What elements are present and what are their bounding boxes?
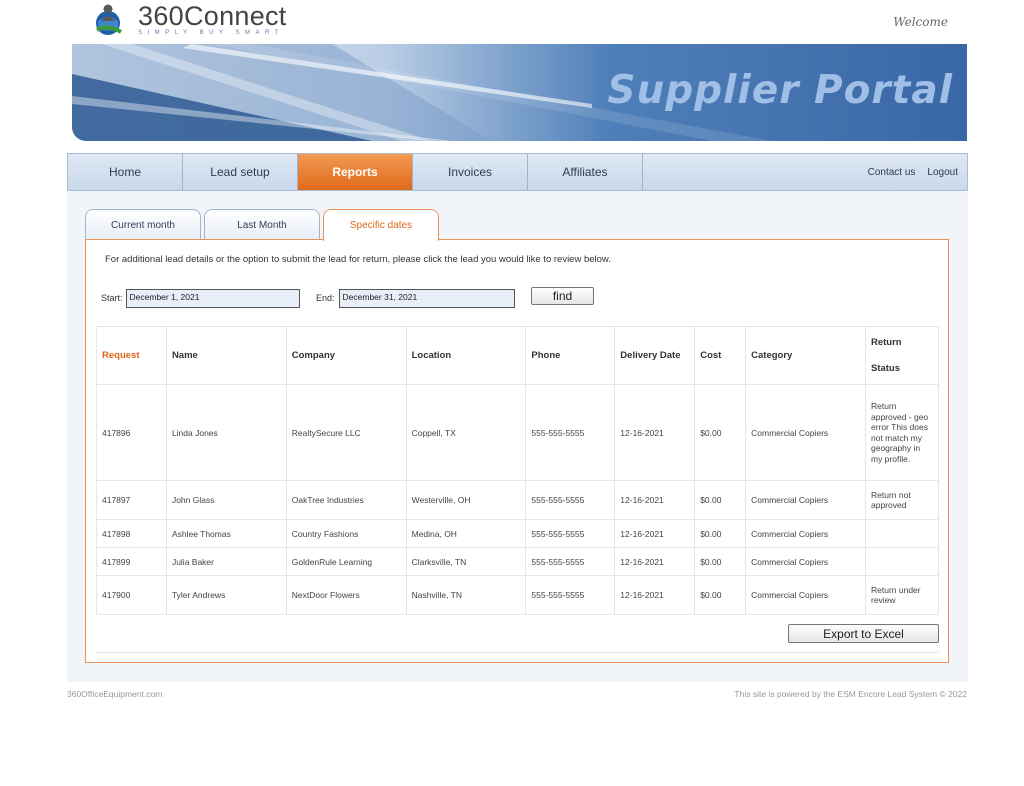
cell-status[interactable]: Return approved - geo error This does no…	[864, 384, 940, 481]
globe-person-icon	[88, 2, 128, 36]
col-request[interactable]: Request	[96, 326, 167, 385]
export-to-excel-button[interactable]: Export to Excel	[788, 624, 939, 643]
cell-location[interactable]: Clarksville, TN	[405, 547, 527, 576]
table-row[interactable]: 417898 Ashlee Thomas Country Fashions Me…	[96, 519, 940, 548]
cell-request[interactable]: 417897	[96, 480, 167, 520]
cell-delivery[interactable]: 12-16-2021	[614, 575, 696, 615]
cell-status[interactable]	[864, 519, 940, 548]
info-text: For additional lead details or the optio…	[105, 254, 611, 265]
cell-name[interactable]: Tyler Andrews	[165, 575, 287, 615]
start-date-input[interactable]: December 1, 2021	[125, 288, 300, 308]
col-location[interactable]: Location	[405, 326, 527, 385]
logo-name: 360Connect	[138, 1, 287, 31]
cell-location[interactable]: Nashville, TN	[405, 575, 527, 615]
table-row[interactable]: 417900 Tyler Andrews NextDoor Flowers Na…	[96, 575, 940, 615]
cell-request[interactable]: 417900	[96, 575, 167, 615]
banner: Supplier Portal	[72, 44, 967, 141]
col-company[interactable]: Company	[285, 326, 407, 385]
col-name[interactable]: Name	[165, 326, 287, 385]
start-label: Start:	[101, 293, 123, 303]
col-category[interactable]: Category	[745, 326, 866, 385]
cell-name[interactable]: Ashlee Thomas	[165, 519, 287, 548]
contact-us-link[interactable]: Contact us	[868, 167, 916, 178]
main-nav: Home Lead setup Reports Invoices Affilia…	[67, 153, 968, 191]
cell-location[interactable]: Medina, OH	[405, 519, 527, 548]
cell-category[interactable]: Commercial Copiers	[745, 547, 866, 576]
cell-phone[interactable]: 555-555-5555	[525, 384, 616, 481]
cell-company[interactable]: Country Fashions	[285, 519, 407, 548]
divider	[96, 652, 939, 653]
cell-cost[interactable]: $0.00	[694, 519, 747, 548]
cell-cost[interactable]: $0.00	[694, 480, 747, 520]
site-logo[interactable]: 360Connect SIMPLY BUY SMART	[88, 2, 287, 36]
cell-status[interactable]	[864, 547, 940, 576]
find-button[interactable]: find	[531, 287, 594, 305]
welcome-text: Welcome	[893, 15, 948, 29]
cell-company[interactable]: NextDoor Flowers	[285, 575, 407, 615]
col-return-status[interactable]: Return Status	[864, 326, 940, 385]
col-phone[interactable]: Phone	[525, 326, 616, 385]
cell-location[interactable]: Coppell, TX	[405, 384, 527, 481]
cell-name[interactable]: Julia Baker	[165, 547, 287, 576]
table-row[interactable]: 417897 John Glass OakTree Industries Wes…	[96, 480, 940, 520]
cell-company[interactable]: RealtySecure LLC	[285, 384, 407, 481]
cell-delivery[interactable]: 12-16-2021	[614, 547, 696, 576]
return-status-line1: Return	[870, 337, 902, 348]
cell-request[interactable]: 417899	[96, 547, 167, 576]
cell-name[interactable]: Linda Jones	[165, 384, 287, 481]
cell-category[interactable]: Commercial Copiers	[745, 519, 866, 548]
cell-request[interactable]: 417898	[96, 519, 167, 548]
footer-powered-by: This site is powered by the ESM Encore L…	[734, 689, 967, 699]
table-row[interactable]: 417899 Julia Baker GoldenRule Learning C…	[96, 547, 940, 576]
cell-category[interactable]: Commercial Copiers	[745, 575, 866, 615]
footer-site-name[interactable]: 360OfficeEquipment.com	[67, 689, 162, 699]
cell-company[interactable]: GoldenRule Learning	[285, 547, 407, 576]
cell-phone[interactable]: 555-555-5555	[525, 547, 616, 576]
cell-location[interactable]: Westerville, OH	[405, 480, 527, 520]
cell-phone[interactable]: 555-555-5555	[525, 575, 616, 615]
cell-phone[interactable]: 555-555-5555	[525, 480, 616, 520]
cell-cost[interactable]: $0.00	[694, 575, 747, 615]
cell-phone[interactable]: 555-555-5555	[525, 519, 616, 548]
cell-name[interactable]: John Glass	[165, 480, 287, 520]
logo-tagline: SIMPLY BUY SMART	[138, 30, 284, 36]
cell-delivery[interactable]: 12-16-2021	[614, 519, 696, 548]
nav-home[interactable]: Home	[68, 154, 183, 190]
cell-category[interactable]: Commercial Copiers	[745, 384, 866, 481]
tab-specific-dates[interactable]: Specific dates	[323, 209, 439, 241]
leads-table: Request Name Company Location Phone Deli…	[96, 326, 940, 615]
cell-request[interactable]: 417896	[96, 384, 167, 481]
cell-cost[interactable]: $0.00	[694, 384, 747, 481]
cell-company[interactable]: OakTree Industries	[285, 480, 407, 520]
cell-delivery[interactable]: 12-16-2021	[614, 384, 696, 481]
col-delivery-date[interactable]: Delivery Date	[614, 326, 696, 385]
banner-title: Supplier Portal	[607, 68, 953, 113]
table-row[interactable]: 417896 Linda Jones RealtySecure LLC Copp…	[96, 384, 940, 481]
cell-delivery[interactable]: 12-16-2021	[614, 480, 696, 520]
end-label: End:	[316, 293, 335, 303]
nav-invoices[interactable]: Invoices	[413, 154, 528, 190]
table-header-row: Request Name Company Location Phone Deli…	[96, 326, 940, 385]
nav-affiliates[interactable]: Affiliates	[528, 154, 643, 190]
end-date-input[interactable]: December 31, 2021	[338, 288, 515, 308]
cell-status[interactable]: Return under review	[864, 575, 940, 615]
tab-current-month[interactable]: Current month	[85, 209, 201, 240]
col-cost[interactable]: Cost	[694, 326, 747, 385]
cell-cost[interactable]: $0.00	[694, 547, 747, 576]
logout-link[interactable]: Logout	[927, 167, 958, 178]
tab-last-month[interactable]: Last Month	[204, 209, 320, 240]
nav-reports[interactable]: Reports	[298, 154, 413, 190]
nav-lead-setup[interactable]: Lead setup	[183, 154, 298, 190]
return-status-line2: Status	[870, 363, 901, 374]
cell-category[interactable]: Commercial Copiers	[745, 480, 866, 520]
cell-status[interactable]: Return not approved	[864, 480, 940, 520]
